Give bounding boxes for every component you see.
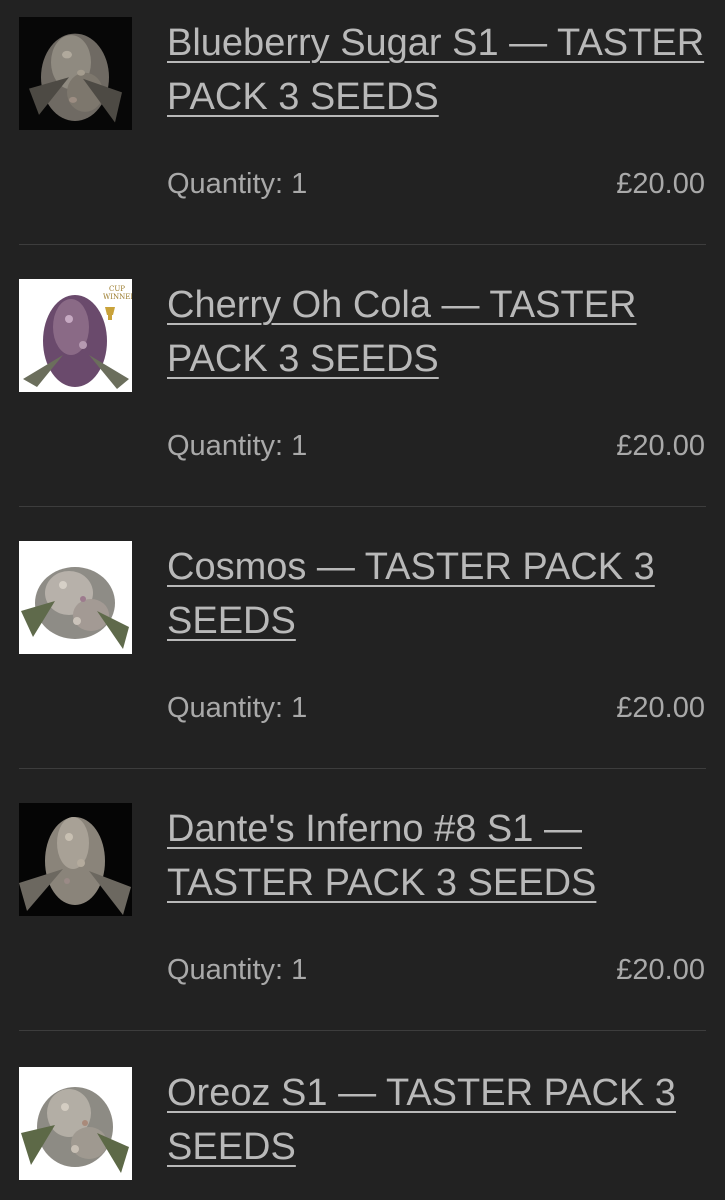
quantity-label: Quantity: 1 [167,954,308,986]
cart-item: Cosmos — TASTER PACK 3 SEEDS Quantity: 1… [0,524,725,786]
price-label: £20.00 [616,692,705,724]
cannabis-bud-light-image [19,1067,132,1180]
quantity-label: Quantity: 1 [167,692,308,724]
item-divider [19,768,706,769]
price-label: £20.00 [616,954,705,986]
cannabis-bud-dark-image [19,17,132,130]
price-label: £20.00 [616,430,705,462]
item-divider [19,244,706,245]
product-title-link[interactable]: Blueberry Sugar S1 — TASTER PACK 3 SEEDS [167,16,707,124]
product-title-link[interactable]: Cosmos — TASTER PACK 3 SEEDS [167,540,707,648]
item-divider [19,1030,706,1031]
cart-item-list: Blueberry Sugar S1 — TASTER PACK 3 SEEDS… [0,0,725,1200]
item-divider [19,506,706,507]
product-title-link[interactable]: Cherry Oh Cola — TASTER PACK 3 SEEDS [167,278,707,386]
quantity-label: Quantity: 1 [167,168,308,200]
product-title-link[interactable]: Dante's Inferno #8 S1 — TASTER PACK 3 SE… [167,802,707,910]
product-thumbnail[interactable]: CUP WINNER [19,279,132,392]
cart-item: Blueberry Sugar S1 — TASTER PACK 3 SEEDS… [0,0,725,262]
cannabis-bud-light-image [19,541,132,654]
quantity-label: Quantity: 1 [167,430,308,462]
product-title-link[interactable]: Oreoz S1 — TASTER PACK 3 SEEDS [167,1066,707,1174]
product-thumbnail[interactable] [19,541,132,654]
product-thumbnail[interactable] [19,17,132,130]
cannabis-bud-dark-image [19,803,132,916]
product-thumbnail[interactable] [19,803,132,916]
cart-item: Dante's Inferno #8 S1 — TASTER PACK 3 SE… [0,786,725,1048]
cart-item: Oreoz S1 — TASTER PACK 3 SEEDS [0,1048,725,1200]
cart-item: CUP WINNER Cherry Oh Cola — TASTER PACK … [0,262,725,524]
product-thumbnail[interactable] [19,1067,132,1180]
price-label: £20.00 [616,168,705,200]
cup-winner-badge: CUP WINNER [103,285,132,301]
